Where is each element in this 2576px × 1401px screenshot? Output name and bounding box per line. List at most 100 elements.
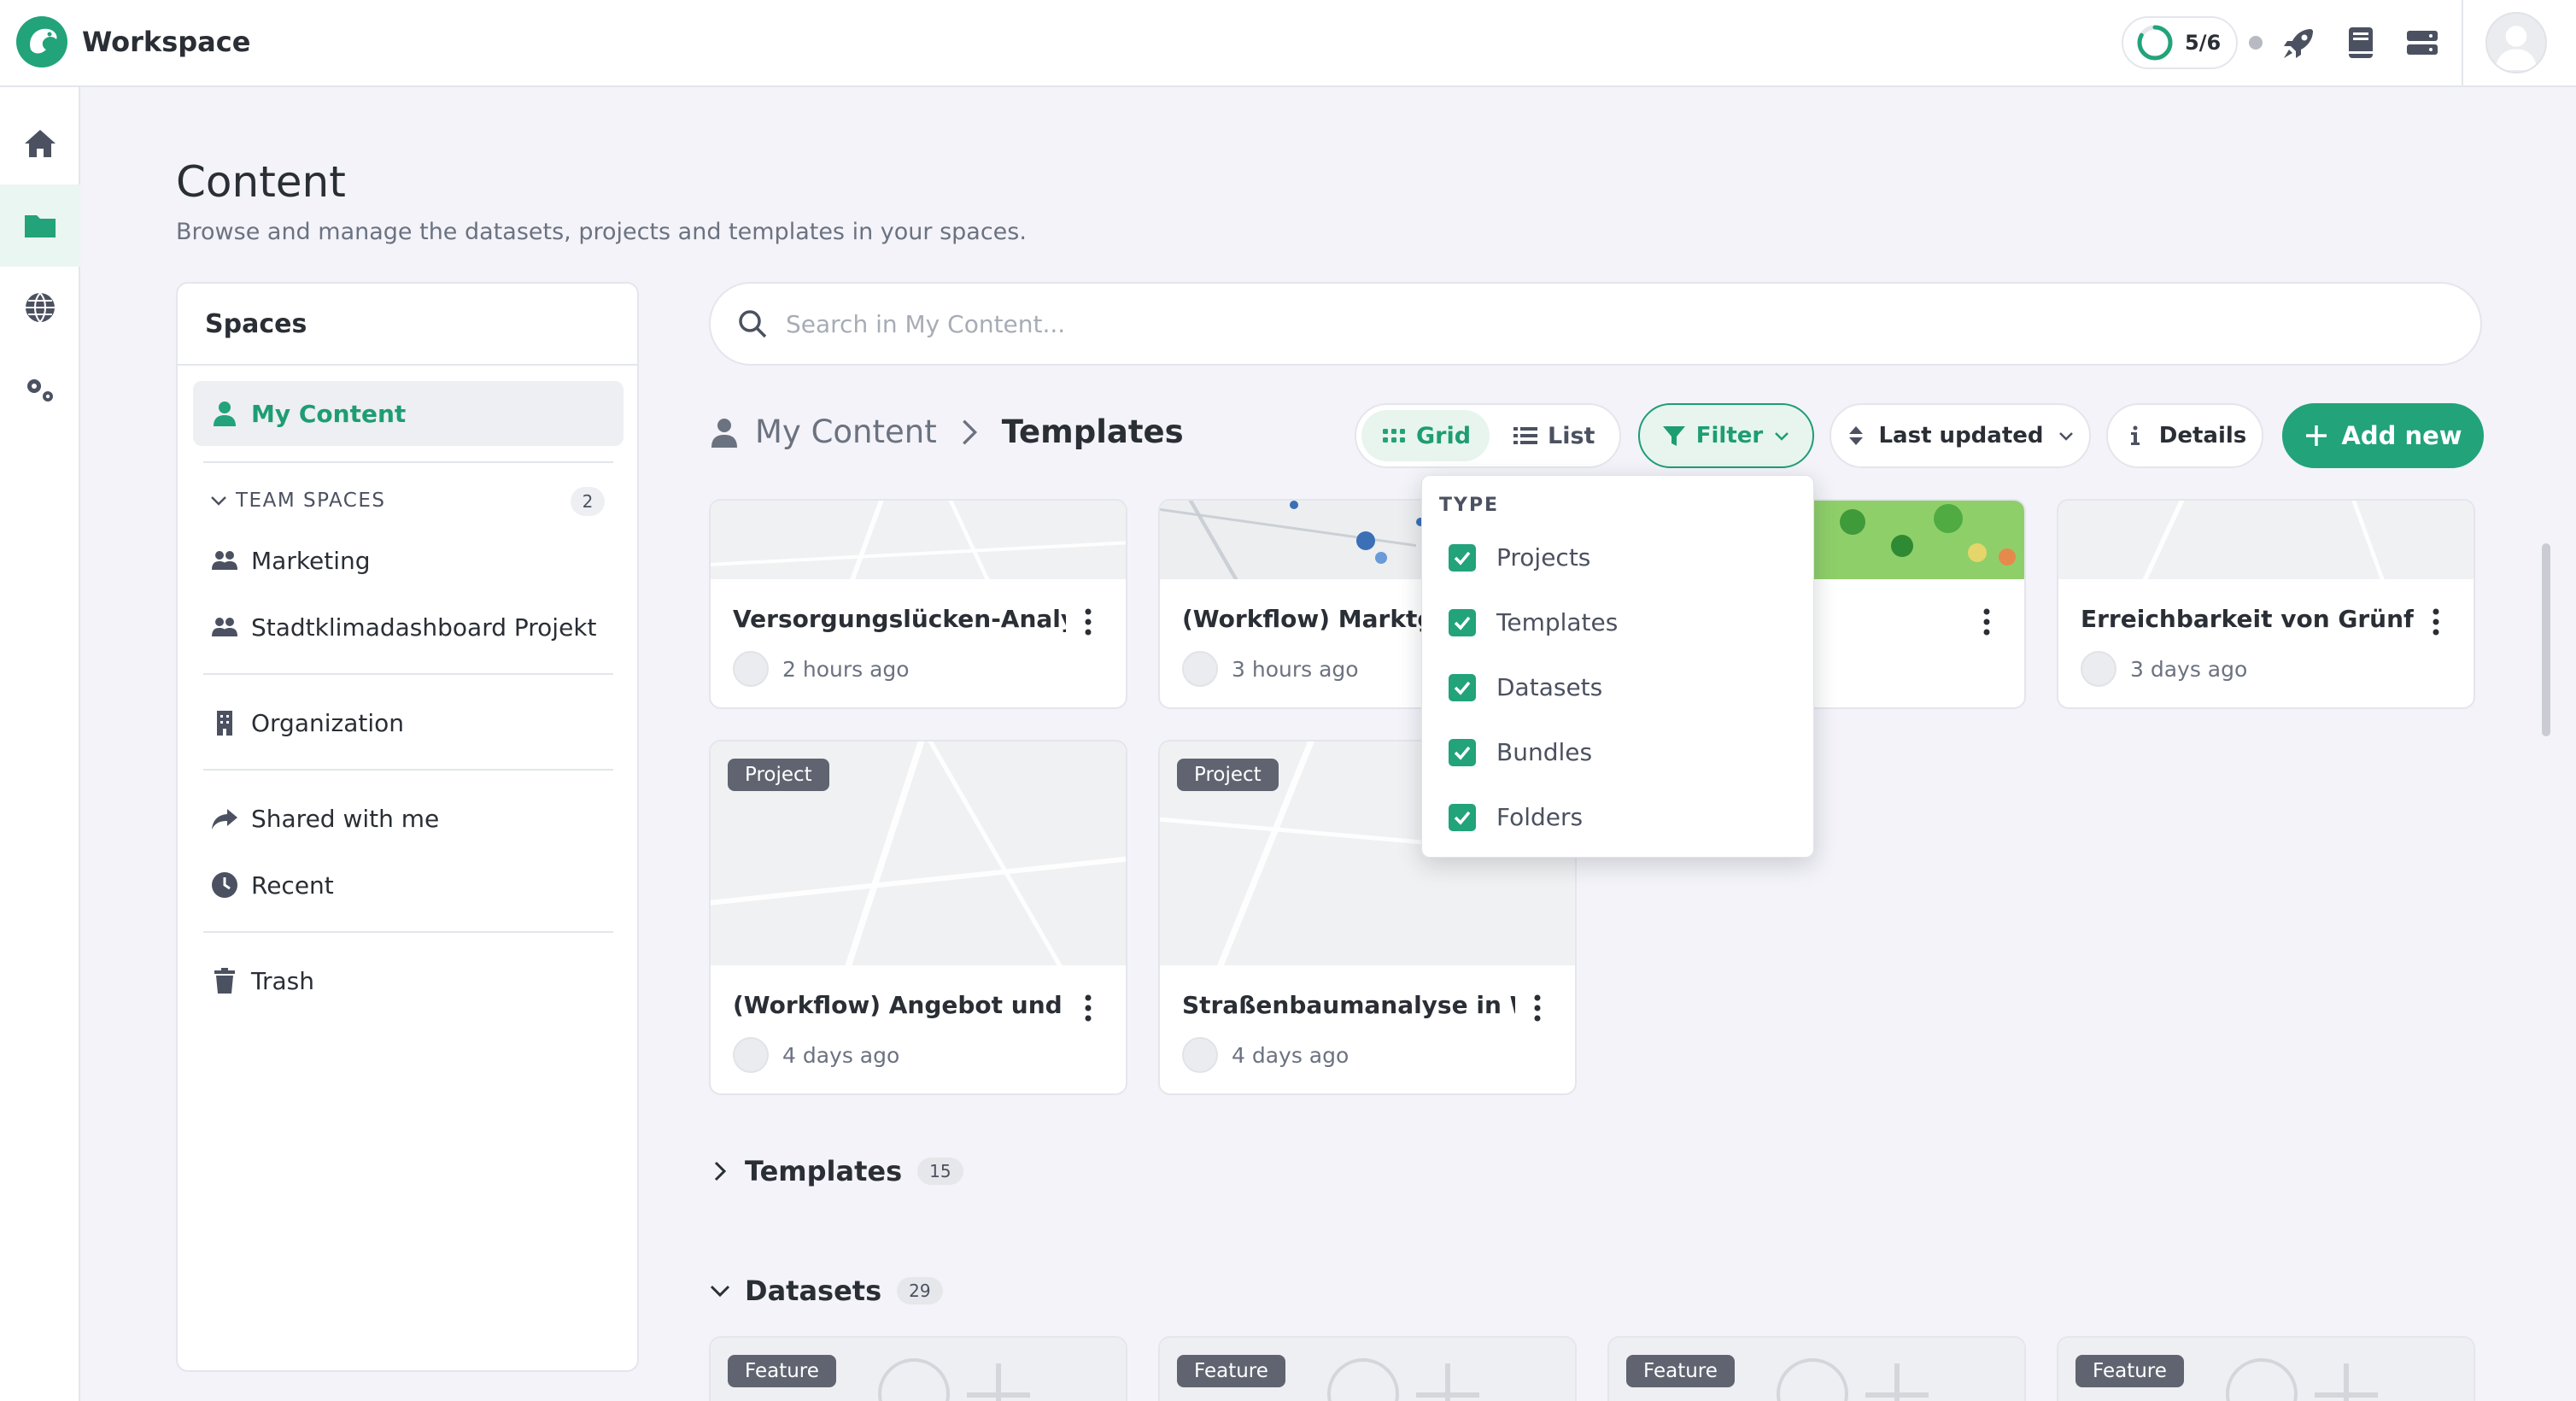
rail-globe[interactable] — [0, 267, 80, 349]
filter-option-label: Folders — [1496, 803, 1584, 831]
card-menu-button[interactable] — [1073, 601, 1104, 642]
section-label: Datasets — [745, 1275, 882, 1307]
rocket-icon[interactable] — [2280, 24, 2318, 62]
checkbox-checked[interactable] — [1449, 738, 1476, 766]
filter-option-projects[interactable]: Projects — [1449, 543, 1590, 572]
funnel-icon — [1662, 426, 1685, 446]
space-recent[interactable]: Recent — [193, 853, 624, 917]
filter-option-folders[interactable]: Folders — [1449, 803, 1583, 831]
card-title: Erreichbarkeit von Grünflä... — [2081, 605, 2414, 633]
filter-option-templates[interactable]: Templates — [1449, 608, 1618, 636]
filter-option-datasets[interactable]: Datasets — [1449, 673, 1602, 701]
list-view-button[interactable]: List — [1493, 410, 1613, 461]
team-icon — [212, 551, 237, 570]
folder-icon — [25, 215, 56, 237]
rail-home[interactable] — [0, 103, 80, 185]
space-stadtklima[interactable]: Stadtklimadashboard Projekt — [193, 595, 624, 659]
filter-option-label: Bundles — [1496, 738, 1593, 766]
space-trash[interactable]: Trash — [193, 948, 624, 1013]
rail-content[interactable] — [0, 185, 80, 267]
chevron-down-icon — [710, 1285, 730, 1298]
space-marketing[interactable]: Marketing — [193, 528, 624, 593]
page-subtitle: Browse and manage the datasets, projects… — [176, 219, 1027, 245]
team-spaces-count: 2 — [571, 487, 605, 516]
check-icon — [1454, 681, 1471, 695]
card-time: 3 days ago — [2130, 656, 2248, 682]
building-icon — [217, 711, 232, 736]
divider — [203, 673, 613, 675]
content-card[interactable]: Erreichbarkeit von Grünflä... 3 days ago — [2057, 499, 2475, 709]
left-rail — [0, 87, 80, 1401]
user-silhouette-icon — [2495, 26, 2538, 71]
card-menu-button[interactable] — [2421, 601, 2451, 642]
globe-icon — [26, 292, 55, 323]
grid-view-button[interactable]: Grid — [1361, 410, 1490, 461]
card-menu-button[interactable] — [1522, 988, 1553, 1029]
home-icon — [25, 130, 56, 157]
type-badge: Project — [1177, 759, 1279, 791]
app-title: Workspace — [82, 26, 251, 58]
filter-button[interactable]: Filter — [1638, 403, 1814, 468]
book-icon[interactable] — [2342, 24, 2380, 62]
team-spaces-toggle[interactable]: TEAM SPACES — [207, 489, 386, 513]
filter-section-title: TYPE — [1439, 495, 1500, 516]
space-my-content[interactable]: My Content — [193, 381, 624, 446]
content-card[interactable]: Project (Workflow) Angebot und N... 4 da… — [709, 740, 1127, 1095]
dataset-card[interactable]: Feature — [2057, 1336, 2475, 1401]
spaces-panel: Spaces My Content TEAM SPACES 2 Marketin… — [176, 282, 639, 1372]
filter-option-bundles[interactable]: Bundles — [1449, 738, 1592, 766]
section-templates[interactable]: Templates 15 — [707, 1155, 963, 1187]
space-shared[interactable]: Shared with me — [193, 786, 624, 851]
sort-icon — [1849, 426, 1864, 445]
space-label: Recent — [251, 870, 334, 900]
space-label: Trash — [251, 966, 314, 995]
details-button[interactable]: Details — [2106, 403, 2263, 468]
divider — [203, 769, 613, 771]
checkbox-checked[interactable] — [1449, 673, 1476, 701]
card-title: (Workflow) Angebot und N... — [733, 991, 1066, 1019]
checkbox-checked[interactable] — [1449, 803, 1476, 831]
user-avatar[interactable] — [2485, 12, 2547, 73]
add-new-label: Add new — [2341, 421, 2462, 450]
content-card[interactable]: Versorgungslücken-Analys... 2 hours ago — [709, 499, 1127, 709]
dataset-card[interactable]: Feature — [1607, 1336, 2026, 1401]
owner-avatar — [2081, 651, 2116, 687]
card-menu-button[interactable] — [1971, 601, 2002, 642]
checkbox-checked[interactable] — [1449, 608, 1476, 636]
sort-label: Last updated — [1878, 423, 2044, 448]
progress-ring-icon — [2137, 25, 2173, 61]
card-meta: 3 hours ago — [1182, 651, 1359, 687]
search-input[interactable] — [786, 309, 2409, 338]
server-icon[interactable] — [2403, 24, 2441, 62]
rail-settings[interactable] — [0, 349, 80, 431]
user-icon — [214, 402, 236, 426]
type-badge: Feature — [728, 1355, 836, 1387]
page-title: Content — [176, 157, 346, 207]
gears-icon — [27, 379, 53, 402]
owner-avatar — [733, 1037, 769, 1073]
brand[interactable]: Workspace — [15, 15, 250, 68]
breadcrumb-root[interactable]: My Content — [755, 413, 937, 450]
checkbox-checked[interactable] — [1449, 543, 1476, 572]
scrollbar-thumb[interactable] — [2542, 543, 2550, 736]
section-datasets[interactable]: Datasets 29 — [707, 1275, 943, 1307]
type-badge: Project — [728, 759, 829, 791]
chevron-down-icon — [211, 496, 226, 506]
filter-dropdown: TYPE Projects Templates Datasets Bundles… — [1421, 475, 1814, 858]
card-meta: 4 days ago — [733, 1037, 899, 1073]
card-time: 4 days ago — [1232, 1042, 1349, 1068]
onboarding-progress[interactable]: 5/6 — [2122, 16, 2238, 69]
search-bar[interactable] — [709, 282, 2482, 366]
more-vertical-icon — [1085, 994, 1092, 1022]
plus-icon — [2306, 425, 2327, 446]
card-time: 3 hours ago — [1232, 656, 1359, 682]
card-menu-button[interactable] — [1073, 988, 1104, 1029]
add-new-button[interactable]: Add new — [2282, 403, 2484, 468]
space-organization[interactable]: Organization — [193, 690, 624, 755]
spaces-header: Spaces — [178, 284, 637, 366]
card-time: 2 hours ago — [782, 656, 910, 682]
sort-button[interactable]: Last updated — [1830, 403, 2091, 468]
dataset-card[interactable]: Feature — [709, 1336, 1127, 1401]
dataset-card[interactable]: Feature — [1158, 1336, 1577, 1401]
progress-text: 5/6 — [2185, 31, 2222, 55]
